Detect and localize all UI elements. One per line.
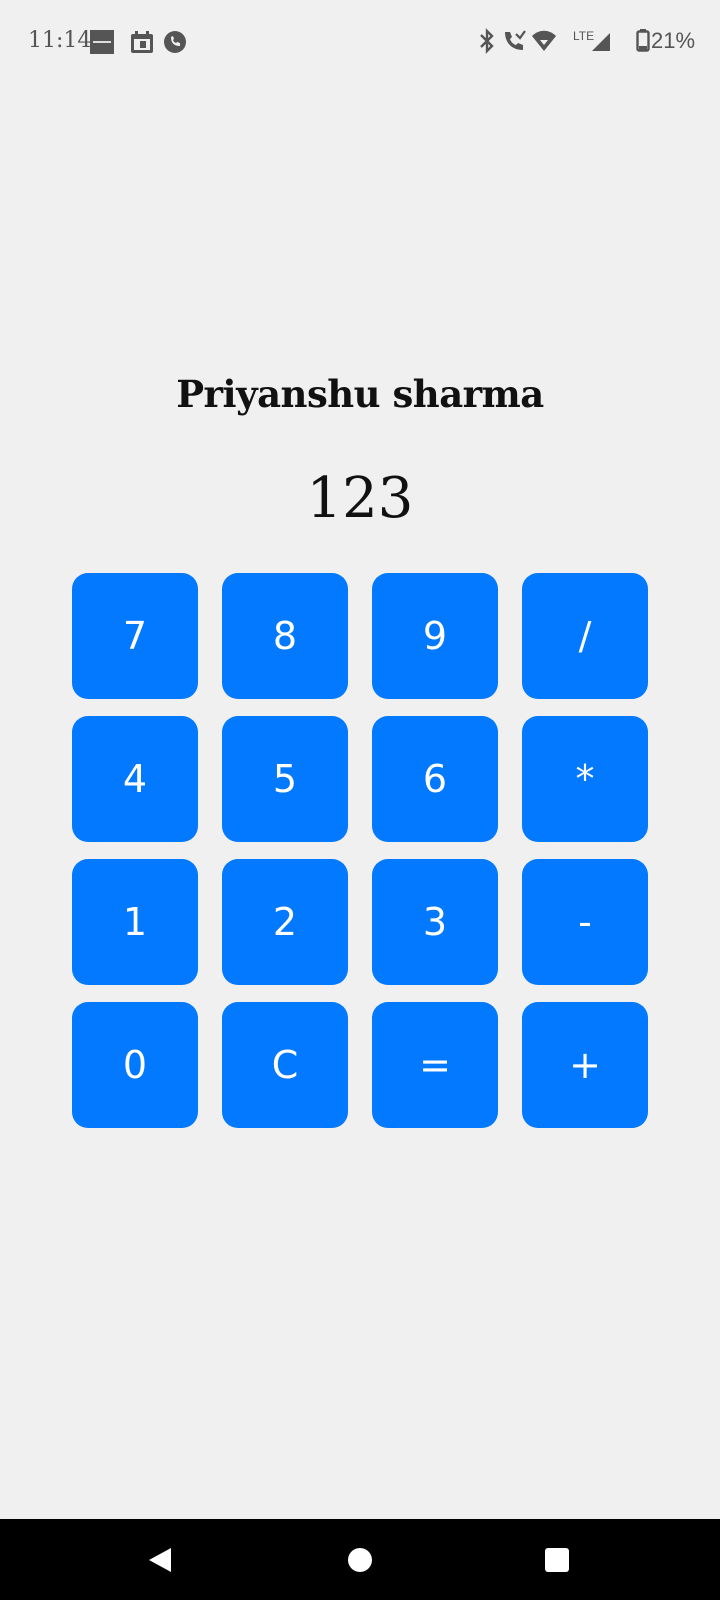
recents-icon bbox=[545, 1547, 569, 1572]
key-9[interactable]: 9 bbox=[372, 573, 498, 699]
zomato-app-icon bbox=[90, 30, 114, 54]
wifi-calling-icon bbox=[501, 28, 527, 54]
key-5[interactable]: 5 bbox=[222, 716, 348, 842]
wifi-icon bbox=[531, 28, 557, 54]
battery-percent: 21% bbox=[651, 28, 696, 53]
status-time: 11:14 bbox=[28, 28, 92, 53]
calendar-app-icon bbox=[130, 30, 154, 54]
recents-button[interactable] bbox=[512, 1519, 602, 1600]
viber-app-icon bbox=[163, 30, 187, 54]
key-clear[interactable]: C bbox=[222, 1002, 348, 1128]
bluetooth-icon bbox=[478, 28, 496, 54]
key-subtract[interactable]: - bbox=[522, 859, 648, 985]
key-multiply[interactable]: * bbox=[522, 716, 648, 842]
calculator-display: 123 bbox=[306, 466, 414, 531]
home-button[interactable] bbox=[315, 1519, 405, 1600]
key-7[interactable]: 7 bbox=[72, 573, 198, 699]
key-6[interactable]: 6 bbox=[372, 716, 498, 842]
back-icon bbox=[149, 1547, 171, 1572]
app-title: Priyanshu sharma bbox=[176, 372, 544, 416]
key-divide[interactable]: / bbox=[522, 573, 648, 699]
key-add[interactable]: + bbox=[522, 1002, 648, 1128]
key-2[interactable]: 2 bbox=[222, 859, 348, 985]
key-1[interactable]: 1 bbox=[72, 859, 198, 985]
key-3[interactable]: 3 bbox=[372, 859, 498, 985]
battery-icon bbox=[636, 28, 650, 54]
home-icon bbox=[348, 1547, 372, 1572]
key-4[interactable]: 4 bbox=[72, 716, 198, 842]
back-button[interactable] bbox=[115, 1519, 205, 1600]
key-8[interactable]: 8 bbox=[222, 573, 348, 699]
status-bar: 11:14 LTE 21% bbox=[0, 0, 720, 84]
key-0[interactable]: 0 bbox=[72, 1002, 198, 1128]
key-equals[interactable]: = bbox=[372, 1002, 498, 1128]
keypad: 7 8 9 / 4 5 6 * 1 2 3 - 0 C = + bbox=[72, 573, 648, 1128]
lte-signal-icon bbox=[590, 28, 612, 54]
navigation-bar bbox=[0, 1519, 720, 1600]
